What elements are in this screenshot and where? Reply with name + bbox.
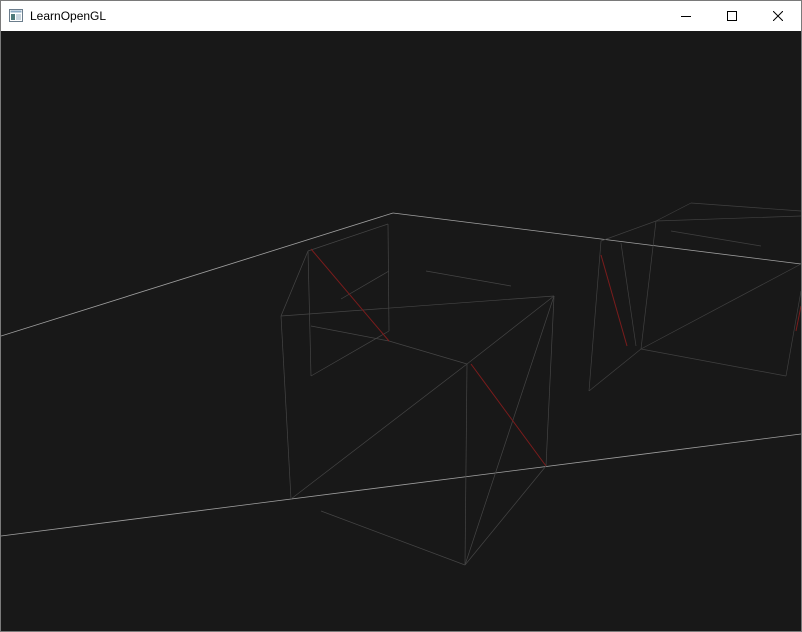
close-button[interactable] bbox=[755, 1, 801, 31]
title-bar[interactable]: LearnOpenGL bbox=[1, 1, 801, 31]
minimize-button[interactable] bbox=[663, 1, 709, 31]
maximize-icon bbox=[727, 11, 737, 21]
minimize-icon bbox=[681, 16, 691, 17]
close-icon bbox=[773, 11, 783, 21]
app-window: LearnOpenGL bbox=[0, 0, 802, 632]
opengl-viewport[interactable] bbox=[1, 31, 801, 631]
application-window-icon bbox=[9, 9, 23, 22]
maximize-button[interactable] bbox=[709, 1, 755, 31]
wireframe-scene bbox=[1, 31, 801, 631]
window-title: LearnOpenGL bbox=[30, 9, 107, 23]
